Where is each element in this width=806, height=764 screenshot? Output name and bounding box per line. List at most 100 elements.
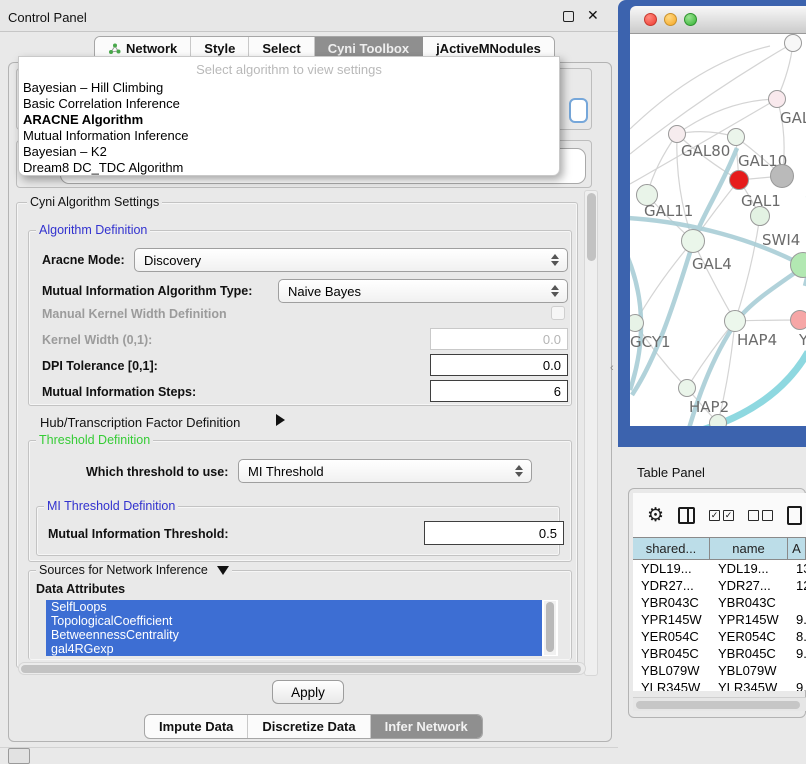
network-node[interactable] bbox=[784, 34, 802, 52]
aracne-mode-combobox[interactable]: Discovery bbox=[134, 248, 568, 272]
table-cell: 9. bbox=[788, 611, 806, 628]
algorithm-definition-title: Algorithm Definition bbox=[36, 223, 150, 237]
network-node-gal4[interactable] bbox=[681, 229, 705, 253]
network-node-hap4[interactable] bbox=[724, 310, 746, 332]
network-canvas[interactable]: GAL2GAL80GAL10GAL1GAL11GAL4SWI4GCY1HAP4Y… bbox=[630, 34, 806, 426]
which-threshold-combobox[interactable]: MI Threshold bbox=[238, 459, 532, 483]
network-node[interactable] bbox=[770, 164, 794, 188]
table-cell: YPR145W bbox=[710, 611, 788, 628]
settings-vertical-scrollbar[interactable] bbox=[584, 190, 598, 676]
float-panel-icon[interactable] bbox=[563, 11, 574, 22]
minimize-window-icon[interactable] bbox=[664, 13, 677, 26]
table-cell: YDL19... bbox=[633, 560, 710, 577]
network-node-y[interactable] bbox=[790, 310, 806, 330]
scrollbar-thumb[interactable] bbox=[636, 701, 800, 709]
scrollbar-thumb[interactable] bbox=[587, 193, 596, 261]
data-attributes-list[interactable]: SelfLoopsTopologicalCoefficientBetweenne… bbox=[46, 600, 558, 656]
list-vertical-scrollbar[interactable] bbox=[544, 601, 556, 655]
dpi-tolerance-label: DPI Tolerance [0,1]: bbox=[42, 359, 158, 373]
table-row[interactable]: YBR043CYBR043C bbox=[633, 594, 806, 611]
table-row[interactable]: YDL19...YDL19...13 bbox=[633, 560, 806, 577]
panel-collapse-arrow[interactable]: ‹ bbox=[610, 362, 614, 374]
attribute-list-item[interactable]: gal4RGexp bbox=[46, 642, 542, 656]
table-header-row: shared...nameA bbox=[633, 537, 806, 560]
mi-type-combobox[interactable]: Naive Bayes bbox=[278, 279, 568, 303]
mi-threshold-field[interactable]: 0.5 bbox=[424, 521, 564, 545]
network-node[interactable] bbox=[709, 414, 727, 426]
dropdown-item[interactable]: Bayesian – K2 bbox=[19, 144, 559, 160]
dpi-tolerance-field[interactable]: 0.0 bbox=[430, 354, 568, 376]
scrollbar-thumb[interactable] bbox=[21, 665, 581, 673]
network-node-gal80[interactable] bbox=[668, 125, 686, 143]
table-cell: YBR043C bbox=[710, 594, 788, 611]
settings-horizontal-scrollbar[interactable] bbox=[18, 662, 586, 675]
node-table[interactable]: shared...nameA YDL19...YDL19...13YDR27..… bbox=[633, 537, 806, 691]
mi-threshold-label: Mutual Information Threshold: bbox=[48, 527, 229, 541]
tab-label: jActiveMNodules bbox=[436, 41, 541, 56]
table-cell: YDR27... bbox=[633, 577, 710, 594]
tab-infer-network[interactable]: Infer Network bbox=[371, 715, 482, 738]
table-cell: 9. bbox=[788, 679, 806, 691]
close-window-icon[interactable] bbox=[644, 13, 657, 26]
dropdown-item[interactable]: ARACNE Algorithm bbox=[19, 112, 559, 128]
mi-steps-field[interactable]: 6 bbox=[430, 380, 568, 402]
table-row[interactable]: YPR145WYPR145W9. bbox=[633, 611, 806, 628]
column-header-A[interactable]: A bbox=[788, 538, 806, 559]
network-tab-icon bbox=[108, 42, 121, 55]
manual-kernel-checkbox[interactable] bbox=[551, 306, 565, 320]
node-label: GAL80 bbox=[681, 142, 730, 160]
deselect-all-icon[interactable] bbox=[748, 510, 773, 521]
table-horizontal-scrollbar[interactable] bbox=[633, 697, 806, 711]
split-columns-icon[interactable] bbox=[678, 507, 695, 524]
tab-label: Network bbox=[126, 41, 177, 56]
network-node[interactable] bbox=[750, 206, 770, 226]
expand-section-arrow-icon[interactable] bbox=[276, 414, 285, 426]
table-row[interactable]: YBR045CYBR045C9. bbox=[633, 645, 806, 662]
algorithm-dropdown: Select algorithm to view settingsBayesia… bbox=[18, 56, 560, 176]
dropdown-item[interactable]: Mutual Information Inference bbox=[19, 128, 559, 144]
sources-group-title: Sources for Network Inference bbox=[36, 563, 232, 577]
dropdown-item[interactable]: Basic Correlation Inference bbox=[19, 96, 559, 112]
table-row[interactable]: YBL079WYBL079W bbox=[633, 662, 806, 679]
column-header-shared...[interactable]: shared... bbox=[633, 538, 710, 559]
attribute-list-item[interactable]: TopologicalCoefficient bbox=[46, 614, 542, 628]
select-all-icon[interactable]: ✓✓ bbox=[709, 510, 734, 521]
column-header-name[interactable]: name bbox=[710, 538, 788, 559]
network-node-gal1[interactable] bbox=[729, 170, 749, 190]
new-table-icon[interactable] bbox=[787, 506, 802, 525]
spinner-arrows-icon bbox=[551, 280, 561, 302]
which-threshold-value: MI Threshold bbox=[248, 464, 324, 479]
table-row[interactable]: YLR345WYLR345W9. bbox=[633, 679, 806, 691]
data-attributes-label: Data Attributes bbox=[36, 582, 125, 596]
tab-impute-data[interactable]: Impute Data bbox=[145, 715, 248, 738]
network-window-titlebar[interactable] bbox=[630, 6, 806, 34]
attribute-list-item[interactable]: SelfLoops bbox=[46, 600, 542, 614]
table-row[interactable]: YDR27...YDR27...12 bbox=[633, 577, 806, 594]
network-node-hap2[interactable] bbox=[678, 379, 696, 397]
table-cell: YBL079W bbox=[633, 662, 710, 679]
table-cell: YER054C bbox=[633, 628, 710, 645]
panel-divider bbox=[0, 747, 618, 748]
close-panel-icon[interactable]: ✕ bbox=[587, 7, 599, 24]
algorithm-combobox-focused[interactable] bbox=[569, 98, 588, 123]
apply-button[interactable]: Apply bbox=[272, 680, 344, 704]
zoom-window-icon[interactable] bbox=[684, 13, 697, 26]
settings-gear-icon[interactable]: ⚙ bbox=[647, 506, 664, 525]
hub-section-label: Hub/Transcription Factor Definition bbox=[40, 415, 240, 430]
collapse-section-arrow-icon[interactable] bbox=[217, 566, 229, 575]
table-row[interactable]: YER054CYER054C8. bbox=[633, 628, 806, 645]
mi-type-label: Mutual Information Algorithm Type: bbox=[42, 284, 252, 298]
network-node-gal2[interactable] bbox=[768, 90, 786, 108]
table-cell: 9. bbox=[788, 645, 806, 662]
control-panel-titlebar bbox=[0, 0, 618, 32]
dropdown-item[interactable]: Dream8 DC_TDC Algorithm bbox=[19, 160, 559, 176]
attribute-list-item[interactable]: BetweennessCentrality bbox=[46, 628, 542, 642]
tab-discretize-data[interactable]: Discretize Data bbox=[248, 715, 370, 738]
dropdown-item[interactable]: Bayesian – Hill Climbing bbox=[19, 80, 559, 96]
mi-type-value: Naive Bayes bbox=[288, 284, 361, 299]
table-cell bbox=[788, 594, 806, 611]
network-node-gal10[interactable] bbox=[727, 128, 745, 146]
scrollbar-thumb[interactable] bbox=[546, 602, 554, 652]
kernel-width-field[interactable]: 0.0 bbox=[430, 328, 568, 350]
table-cell: YBR045C bbox=[710, 645, 788, 662]
